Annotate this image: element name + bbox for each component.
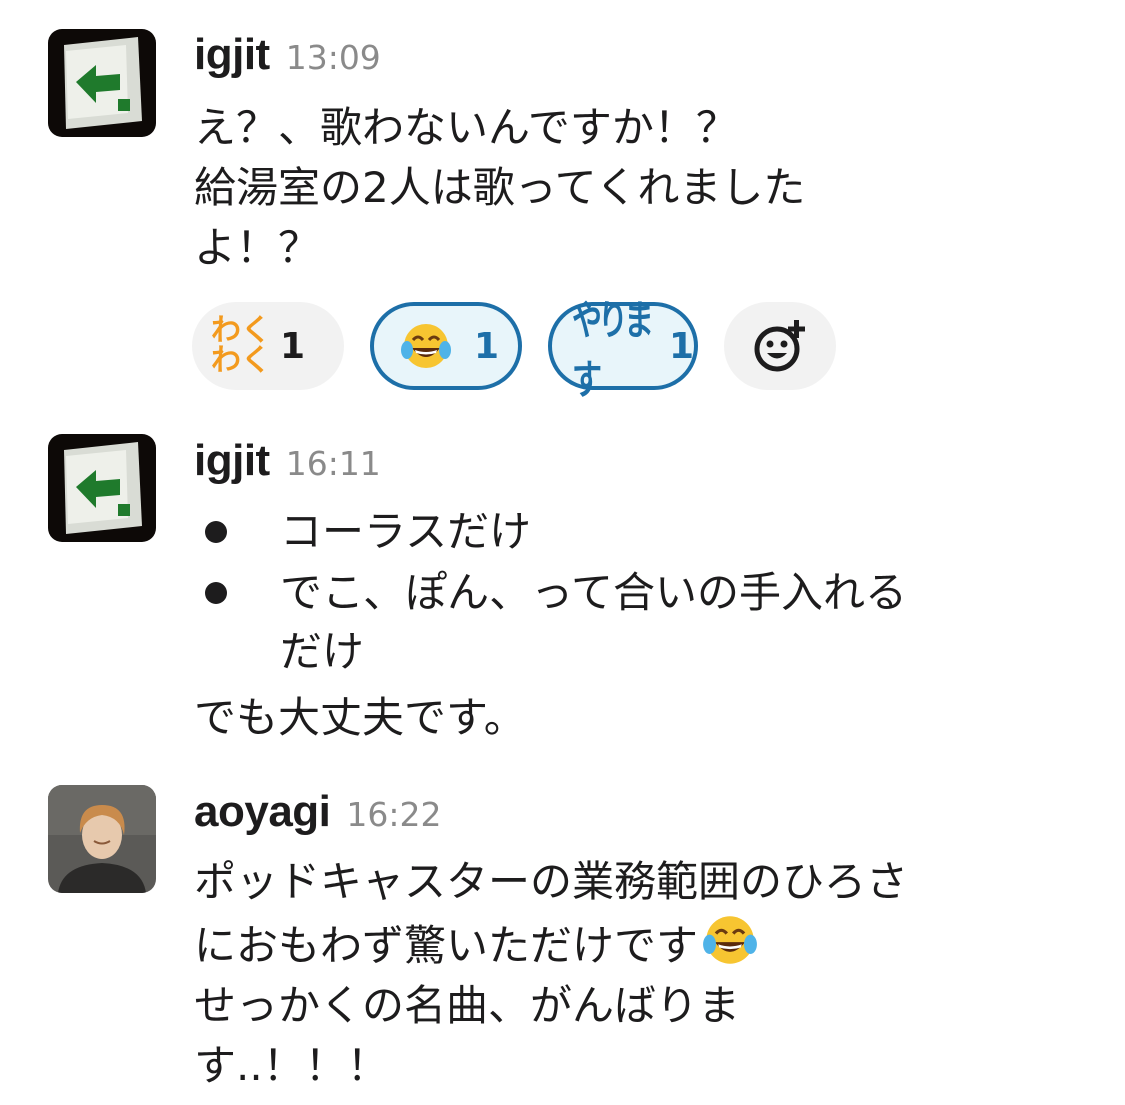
reaction-yarimasu[interactable]: やります 1 [548,297,698,404]
yarimasu-emoji-icon: やります [572,297,654,405]
person-portrait-icon [48,785,156,893]
emergency-exit-icon [48,29,156,137]
list-bullet [205,521,227,543]
reaction-count: 1 [474,325,500,367]
username[interactable]: igjit [194,30,270,80]
list-bullet [205,582,227,604]
reaction-waku-waku[interactable]: わく わく 1 [192,302,344,390]
list-item: でこ、ぽん、って合いの手入れる [280,568,908,617]
message-text-line: ポッドキャスターの業務範囲のひろさ [194,857,909,906]
add-reaction-icon [754,320,805,372]
emergency-exit-icon [48,434,156,542]
list-item: コーラスだけ [280,507,532,556]
message-text-line: す..！！！ [194,1041,389,1090]
message-text-line: せっかくの名曲、がんばりま [194,981,741,1030]
reaction-count: 1 [668,325,694,367]
timestamp[interactable]: 16:11 [286,444,381,483]
igjit-avatar[interactable] [48,434,156,542]
igjit-avatar[interactable] [48,29,156,137]
message-text-line: え？、歌わないんですか！？ [194,103,738,152]
reaction-joy[interactable]: 1 [370,302,522,390]
face-with-tears-of-joy-icon [703,916,757,964]
timestamp[interactable]: 13:09 [286,38,381,77]
message-text-line: よ！？ [194,223,321,272]
reaction-count: 1 [280,325,306,367]
message-text-line: 給湯室の2人は歌ってくれました [194,163,806,212]
aoyagi-avatar[interactable] [48,785,156,893]
message-text-line: でも大丈夫です。 [194,693,526,742]
timestamp[interactable]: 16:22 [346,795,441,834]
username[interactable]: aoyagi [194,787,331,837]
face-with-tears-of-joy-icon [401,324,451,368]
message-text-line: におもわず驚いただけです [194,912,758,976]
add-reaction-button[interactable] [724,302,836,390]
list-item-continuation: だけ [280,627,365,676]
username[interactable]: igjit [194,436,270,486]
waku-waku-emoji-icon: わく わく [211,313,271,378]
